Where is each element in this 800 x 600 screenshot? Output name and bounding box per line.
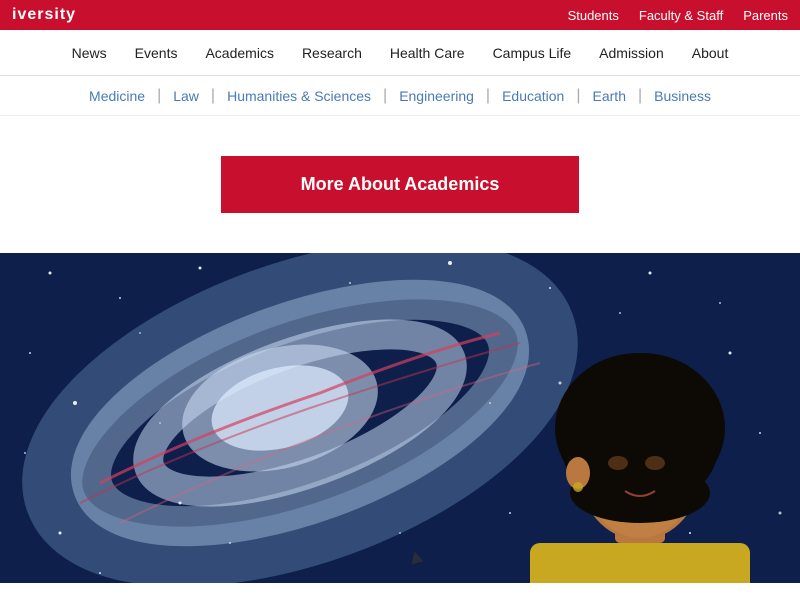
subnav-business[interactable]: Business (642, 88, 723, 104)
subnav-humanities[interactable]: Humanities & Sciences (215, 88, 383, 104)
hero-section (0, 253, 800, 583)
nav-research[interactable]: Research (302, 45, 362, 61)
students-link[interactable]: Students (568, 8, 619, 23)
nav-about[interactable]: About (692, 45, 729, 61)
subnav-item-earth: Earth (581, 88, 638, 104)
subnav-item-humanities: Humanities & Sciences (215, 88, 383, 104)
nav-academics[interactable]: Academics (205, 45, 273, 61)
subnav-medicine[interactable]: Medicine (77, 88, 157, 104)
subnav-earth[interactable]: Earth (581, 88, 638, 104)
galaxy-background (0, 253, 800, 583)
nav-healthcare[interactable]: Health Care (390, 45, 465, 61)
parents-link[interactable]: Parents (743, 8, 788, 23)
subnav-item-business: Business (642, 88, 723, 104)
top-bar: iversity Students Faculty & Staff Parent… (0, 0, 800, 30)
subnav-engineering[interactable]: Engineering (387, 88, 486, 104)
subnav-education[interactable]: Education (490, 88, 576, 104)
nav-events[interactable]: Events (135, 45, 178, 61)
subnav-law[interactable]: Law (161, 88, 211, 104)
more-about-academics-button[interactable]: More About Academics (221, 156, 580, 213)
subnav-item-medicine: Medicine (77, 88, 157, 104)
top-bar-links: Students Faculty & Staff Parents (568, 8, 788, 23)
nav-campuslife[interactable]: Campus Life (493, 45, 572, 61)
university-logo: iversity (12, 6, 76, 24)
main-nav: News Events Academics Research Health Ca… (0, 30, 800, 76)
subnav-item-law: Law (161, 88, 211, 104)
subnav-item-engineering: Engineering (387, 88, 486, 104)
nav-admission[interactable]: Admission (599, 45, 664, 61)
sub-nav: Medicine | Law | Humanities & Sciences |… (0, 76, 800, 116)
faculty-staff-link[interactable]: Faculty & Staff (639, 8, 723, 23)
cta-section: More About Academics (0, 116, 800, 253)
subnav-item-education: Education (490, 88, 576, 104)
nav-news[interactable]: News (72, 45, 107, 61)
